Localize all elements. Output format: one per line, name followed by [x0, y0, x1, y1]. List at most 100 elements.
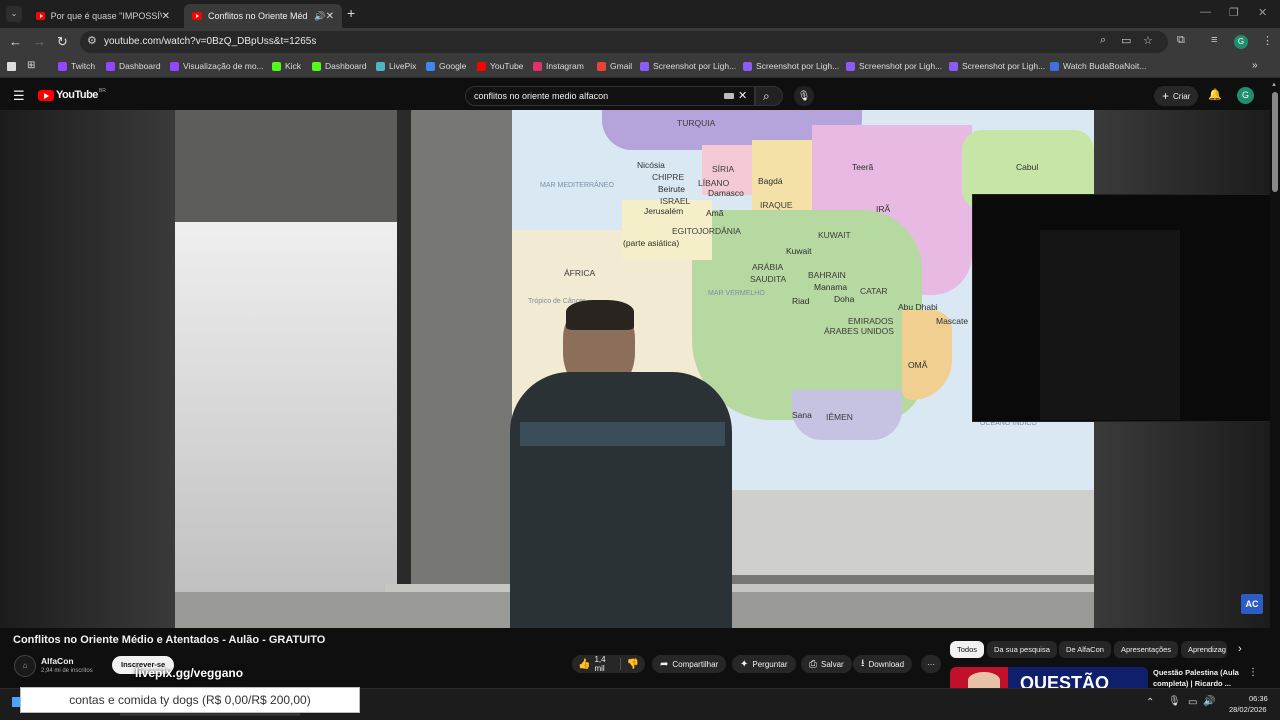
forward-icon[interactable]: →	[33, 34, 46, 49]
youtube-favicon-icon	[36, 12, 45, 20]
zoom-icon[interactable]: ⌕	[1100, 34, 1106, 47]
map-label: LÍBANO	[698, 178, 730, 188]
back-icon[interactable]: ←	[9, 34, 22, 49]
chip-from-search[interactable]: Da sua pesquisa	[987, 641, 1057, 658]
voice-search-button[interactable]: 🎙	[794, 86, 814, 106]
reading-list-icon[interactable]: ≡	[1211, 34, 1217, 46]
map-label: Damasco	[708, 188, 744, 198]
bookmark-item[interactable]: Kick	[272, 61, 301, 71]
taskbar-date[interactable]: 28/02/2026	[1229, 705, 1267, 714]
browser-tab-active[interactable]: Conflitos no Oriente Médio 🔊 ✕	[184, 4, 342, 28]
bookmark-item[interactable]: Gmail	[597, 61, 632, 71]
tray-microphone-icon[interactable]: 🎙	[1168, 696, 1181, 707]
recommendation-thumbnail[interactable]: QUESTÃO	[950, 667, 1148, 688]
share-button[interactable]: ➦ Compartilhar	[652, 655, 727, 673]
bookmark-item[interactable]: Twitch	[58, 61, 95, 71]
search-button[interactable]: ⌕	[755, 86, 783, 106]
apps-grid-icon[interactable]: ⊞	[27, 60, 35, 71]
recommendation-title-2[interactable]: completa) | Ricardo ...	[1153, 679, 1231, 688]
youtube-logo[interactable]: YouTube BR	[38, 88, 106, 101]
bookmark-item[interactable]: Dashboard	[106, 61, 161, 71]
video-player[interactable]: TURQUIA SÍRIA Nicósia CHIPRE Beirute LÍBANO Da…	[0, 110, 1270, 628]
map-label: MAR MEDITERRÂNEO	[540, 182, 614, 189]
recommendation-menu-icon[interactable]: ⋮	[1248, 667, 1258, 678]
hamburger-menu-icon[interactable]: ☰	[13, 88, 25, 104]
chip-all[interactable]: Todos	[950, 641, 985, 658]
bookmarks-overflow-icon[interactable]: »	[1252, 60, 1258, 71]
map-label: Beirute	[658, 184, 685, 194]
tab-search-button[interactable]: ⌄	[6, 6, 22, 22]
user-avatar[interactable]: G	[1237, 87, 1254, 104]
recommendation-title-1[interactable]: Questão Palestina (Aula	[1153, 668, 1239, 677]
address-url[interactable]: youtube.com/watch?v=0BzQ_DBpUss&t=1265s	[104, 36, 316, 47]
bookmark-item[interactable]: LivePix	[376, 61, 416, 71]
reload-icon[interactable]: ↻	[57, 34, 68, 50]
map-label: Riad	[792, 296, 810, 306]
chip-presentations[interactable]: Apresentações	[1114, 641, 1179, 658]
chips-next-icon[interactable]: ›	[1238, 643, 1242, 655]
sparkle-icon: ✦	[740, 658, 749, 670]
bookmark-star-icon[interactable]: ☆	[1143, 34, 1153, 47]
bookmark-favicon-icon	[477, 61, 486, 71]
tray-volume-icon[interactable]: 🔊	[1203, 696, 1215, 707]
clear-search-icon[interactable]: ✕	[738, 89, 747, 102]
save-button[interactable]: ⎙ Salvar	[801, 655, 852, 673]
thumbs-down-icon[interactable]: 👎	[627, 659, 639, 670]
search-input[interactable]: conflitos no oriente medio alfacon	[474, 91, 608, 101]
bookmark-item[interactable]: Instagram	[533, 61, 584, 71]
notifications-bell-icon[interactable]: 🔔	[1208, 88, 1222, 101]
tray-display-icon[interactable]: ▭	[1188, 697, 1197, 708]
taskbar-time[interactable]: 06:36	[1249, 694, 1268, 703]
browser-menu-icon[interactable]: ⋮	[1262, 34, 1273, 47]
like-button[interactable]: 👍 1,4 mil 👎	[572, 655, 645, 673]
maximize-icon[interactable]: ❐	[1229, 6, 1239, 19]
map-label: Abu Dhabi	[898, 302, 938, 312]
minimize-icon[interactable]: —	[1200, 6, 1211, 18]
bookmark-item[interactable]: Screenshot por Ligh...	[743, 61, 839, 71]
bookmark-label: Instagram	[546, 61, 584, 71]
create-button[interactable]: + Criar	[1154, 86, 1199, 106]
share-icon: ➦	[660, 658, 669, 670]
profile-avatar[interactable]: G	[1234, 35, 1248, 49]
presenter-body	[510, 372, 732, 628]
ask-button[interactable]: ✦ Perguntar	[732, 655, 796, 673]
chip-learning[interactable]: Aprendizag	[1181, 641, 1227, 658]
bookmark-item[interactable]: Watch BudaBoaNoit...	[1050, 61, 1146, 71]
download-button[interactable]: ⭳ Download	[853, 655, 913, 673]
chip-from-channel[interactable]: De AlfaCon	[1059, 641, 1111, 658]
channel-name[interactable]: AlfaCon	[41, 656, 74, 666]
bookmark-item[interactable]: Screenshot por Ligh...	[640, 61, 736, 71]
map-label: ÁRABES UNIDOS	[824, 326, 894, 336]
bookmark-item[interactable]: Visualização de mo...	[170, 61, 264, 71]
channel-watermark-badge[interactable]: AC	[1241, 594, 1263, 614]
new-tab-button[interactable]: +	[347, 5, 355, 21]
bookmark-label: Visualização de mo...	[183, 61, 264, 71]
close-tab-icon[interactable]: ✕	[162, 11, 170, 22]
bookmark-item[interactable]: YouTube	[477, 61, 523, 71]
extensions-icon[interactable]: ⧉	[1177, 34, 1185, 47]
more-horizontal-icon: ···	[927, 659, 935, 669]
scroll-up-icon[interactable]: ▲	[1271, 82, 1277, 88]
thumbs-up-icon: 👍	[578, 658, 591, 670]
bookmark-item[interactable]: Screenshot por Ligh...	[846, 61, 942, 71]
site-info-icon[interactable]: ⚙	[87, 34, 97, 47]
map-label: EMIRADOS	[848, 316, 894, 326]
bookmarks-square-icon[interactable]	[7, 62, 16, 71]
map-label: OMÃ	[908, 360, 928, 370]
tray-chevron-icon[interactable]: ⌃	[1146, 697, 1154, 708]
channel-avatar[interactable]: ⌂	[14, 655, 36, 677]
speaker-icon[interactable]: 🔊	[314, 11, 325, 22]
bookmark-item[interactable]: Screenshot por Ligh...	[949, 61, 1045, 71]
close-window-icon[interactable]: ✕	[1258, 6, 1267, 19]
keyboard-icon[interactable]	[724, 93, 734, 99]
bookmark-label: Kick	[285, 61, 302, 71]
bookmark-item[interactable]: Dashboard	[312, 61, 367, 71]
browser-tab[interactable]: Por que é quase "IMPOSSÍVEL" ✕	[28, 4, 178, 28]
bookmark-item[interactable]: Google	[426, 61, 466, 71]
scrollbar-thumb[interactable]	[1272, 92, 1278, 192]
cast-icon[interactable]: ▭	[1121, 34, 1131, 47]
more-actions-button[interactable]: ···	[921, 655, 941, 673]
close-tab-icon[interactable]: ✕	[326, 11, 334, 22]
bookmark-favicon-icon	[272, 61, 281, 71]
donation-goal-box: contas e comida ty dogs (R$ 0,00/R$ 200,…	[20, 687, 360, 713]
